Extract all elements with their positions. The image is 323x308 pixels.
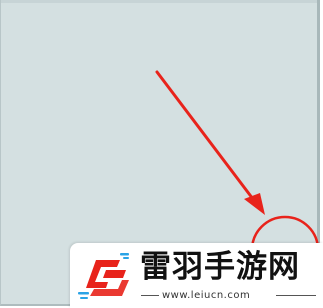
screenshot-canvas: 雷羽手游网 www.leiucn.com (0, 0, 323, 308)
brand-name: 雷羽手游网 (140, 249, 300, 285)
url-divider-right (276, 295, 316, 296)
leiyu-logo-icon (78, 253, 129, 299)
url-divider-left (141, 295, 159, 296)
window-top-edge (1, 0, 317, 3)
